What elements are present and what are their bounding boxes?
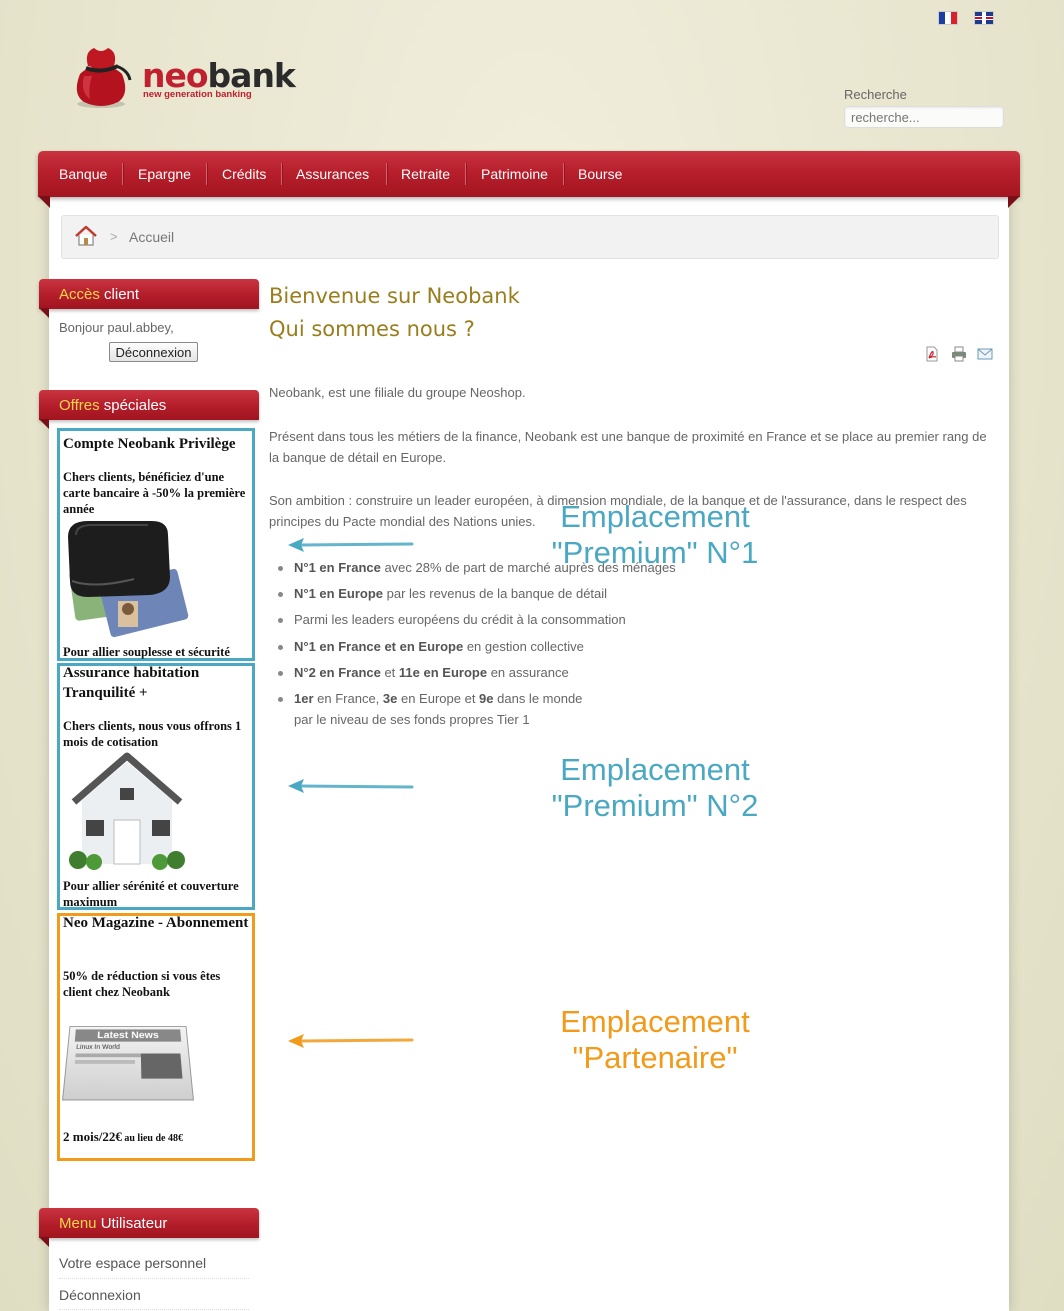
newspaper-subhead: Linux In World <box>75 1044 120 1051</box>
logout-button[interactable]: Déconnexion <box>109 342 198 362</box>
offer-title: Compte Neobank Privilège <box>63 436 236 452</box>
offer-footer: Pour allier sérénité et couverture maxim… <box>63 879 239 909</box>
list-item: N°1 en France et en Europe en gestion co… <box>294 639 584 654</box>
nav-item-banque[interactable]: Banque <box>59 164 107 184</box>
nav-separator <box>465 163 466 185</box>
nav-item-assurances[interactable]: Assurances <box>296 164 369 184</box>
annotation-premium-1: Emplacement "Premium" N°1 <box>551 499 759 570</box>
annotation-premium-2: Emplacement "Premium" N°2 <box>551 752 759 823</box>
newspaper-icon: Latest News Linux In World <box>62 1026 194 1101</box>
house-icon <box>69 752 185 870</box>
offer-description: 50% de réduction si vous êtes client che… <box>63 969 221 999</box>
breadcrumb-separator: > <box>110 229 118 244</box>
offer-description: Chers clients, bénéficiez d'une carte ba… <box>63 470 246 516</box>
divider <box>59 1278 249 1279</box>
nav-item-retraite[interactable]: Retraite <box>401 164 450 184</box>
offer-title: Neo Magazine - Abonnement <box>63 915 249 931</box>
module-fold <box>39 419 49 429</box>
wallet-card-icon <box>68 521 189 638</box>
list-item: N°1 en Europe par les revenus de la banq… <box>294 586 608 601</box>
special-offers-title: Offres spéciales <box>59 397 167 414</box>
article-title: Bienvenue sur Neobank <box>269 284 520 308</box>
article-paragraph: Présent dans tous les métiers de la fina… <box>269 429 987 465</box>
article-subtitle: Qui sommes nous ? <box>269 317 475 341</box>
bullet <box>278 645 283 650</box>
brand-tagline: new generation banking <box>143 89 252 100</box>
nav-separator <box>386 163 387 185</box>
nav-item-patrimoine[interactable]: Patrimoine <box>481 164 548 184</box>
offer-price: 2 mois/22€ au lieu de 48€ <box>63 1129 183 1144</box>
bullet <box>278 697 283 702</box>
module-fold <box>39 308 49 318</box>
list-item: N°2 en France et 11e en Europe en assura… <box>294 665 569 680</box>
arrow-left-icon <box>288 538 414 552</box>
annotation-partner: Emplacement "Partenaire" <box>560 1004 750 1075</box>
offer-description: Chers clients, nous vous offrons 1 mois … <box>63 719 242 749</box>
email-icon[interactable] <box>977 346 993 362</box>
breadcrumb <box>61 215 999 259</box>
bullet <box>278 592 283 597</box>
divider <box>59 1309 249 1310</box>
nav-separator <box>281 163 282 185</box>
bullet <box>278 671 283 676</box>
money-bag-logo-icon <box>76 48 132 108</box>
flag-en-icon[interactable] <box>974 11 994 25</box>
bullet <box>278 618 283 623</box>
search-label: Recherche <box>844 87 907 102</box>
home-icon[interactable] <box>74 225 98 247</box>
nav-item-credits[interactable]: Crédits <box>222 164 266 184</box>
list-item: Parmi les leaders européens du crédit à … <box>294 612 626 627</box>
nav-separator <box>122 163 123 185</box>
module-fold <box>39 1237 49 1247</box>
nav-item-epargne[interactable]: Epargne <box>138 164 191 184</box>
nav-fold-right <box>1008 196 1020 208</box>
article-paragraph: Neobank, est une filiale du groupe Neosh… <box>269 385 526 400</box>
greeting-text: Bonjour paul.abbey, <box>59 320 174 335</box>
bullet <box>278 566 283 571</box>
user-menu-item-logout[interactable]: Déconnexion <box>59 1287 141 1303</box>
arrow-left-icon <box>288 1034 414 1048</box>
breadcrumb-current: Accueil <box>129 229 175 245</box>
newspaper-headline: Latest News <box>74 1029 182 1042</box>
flag-fr-icon[interactable] <box>938 11 958 25</box>
client-access-title: Accès client <box>59 286 140 303</box>
user-menu-title: Menu Utilisateur <box>59 1215 168 1232</box>
pdf-icon[interactable] <box>924 346 940 362</box>
list-item-continuation: par le niveau de ses fonds propres Tier … <box>294 712 530 727</box>
nav-fold-left <box>38 196 50 208</box>
search-input[interactable] <box>844 106 1004 128</box>
nav-separator <box>563 163 564 185</box>
list-item: 1er en France, 3e en Europe et 9e dans l… <box>294 691 583 706</box>
nav-separator <box>206 163 207 185</box>
print-icon[interactable] <box>951 346 967 362</box>
offer-footer: Pour allier souplesse et sécurité <box>63 645 230 659</box>
arrow-left-icon <box>288 779 414 793</box>
user-menu-item-personal-space[interactable]: Votre espace personnel <box>59 1255 206 1271</box>
offer-title: Assurance habitation Tranquilité + <box>63 665 200 701</box>
nav-item-bourse[interactable]: Bourse <box>578 164 622 184</box>
